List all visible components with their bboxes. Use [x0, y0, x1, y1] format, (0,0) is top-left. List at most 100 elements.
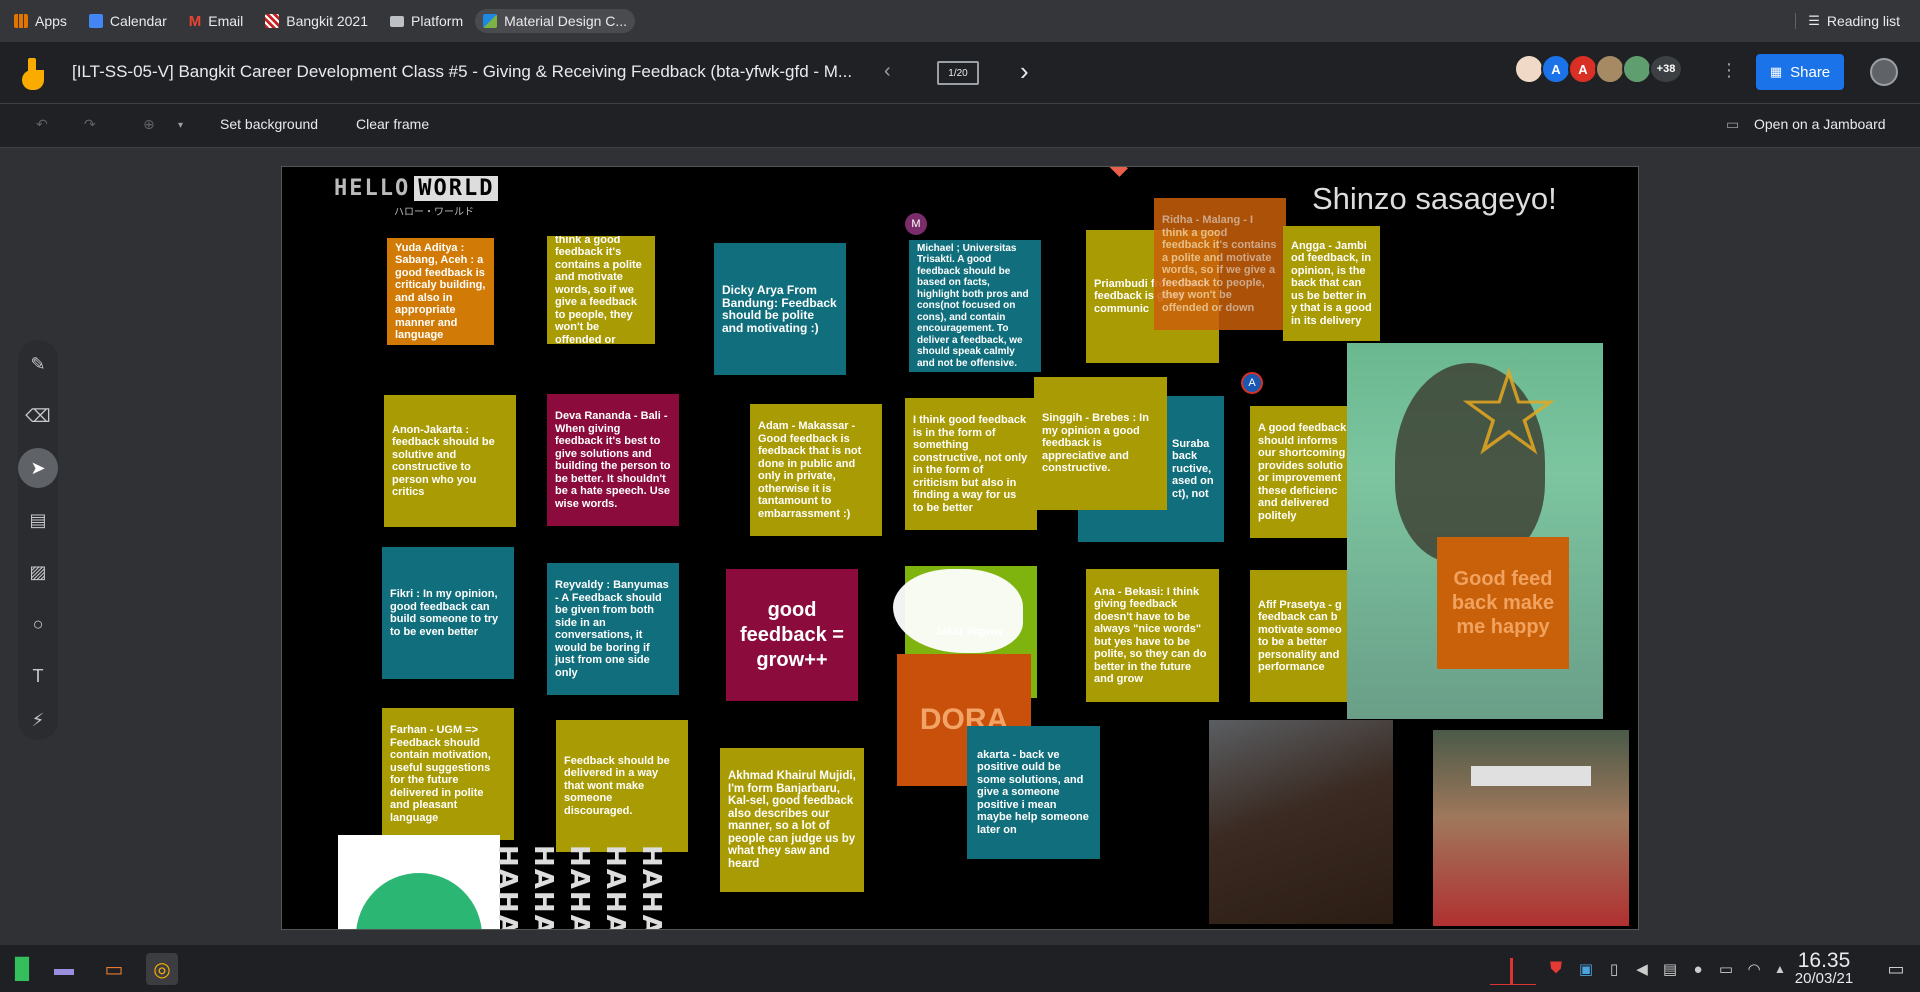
undo-icon[interactable]: ↶ — [36, 116, 48, 133]
sticky-note[interactable]: Feedback should be delivered in a way th… — [556, 720, 688, 852]
sticky-note-icon[interactable]: ▤ — [18, 500, 58, 540]
android-logo — [338, 835, 500, 929]
toolbar: ↶ ↷ ⊕ ▾ Set background Clear frame ▭ Ope… — [0, 104, 1920, 148]
clock[interactable]: 16.35 20/03/21 — [1786, 949, 1862, 987]
sticky-note[interactable]: Ana - Bekasi: I think giving feedback do… — [1086, 569, 1219, 702]
hello-world-logo: HELLO WORLD — [330, 176, 499, 201]
haha-text: HAHAHA — [636, 845, 666, 930]
avatar[interactable]: A — [1568, 54, 1598, 84]
material-icon — [483, 14, 498, 28]
avatar[interactable]: A — [1541, 54, 1571, 84]
share-button[interactable]: ▦ Share — [1756, 54, 1844, 90]
laser-icon[interactable]: ⚡ — [18, 700, 58, 740]
bookmarks-bar: Apps Calendar M Email Bangkit 2021 Platfo… — [0, 0, 1920, 42]
sticky-note[interactable]: Ridha - Malang - I think a good feedback… — [1154, 198, 1286, 330]
sticky-note[interactable]: Akhmad Khairul Mujidi, I'm form Banjarba… — [720, 748, 864, 892]
bookmark-calendar[interactable]: Calendar — [88, 13, 167, 29]
bookmark-platform[interactable]: Platform — [390, 13, 463, 29]
reading-list-icon: ☰ — [1808, 13, 1820, 28]
manjaro-menu-icon[interactable]: ▐▌ — [6, 953, 38, 985]
bookmark-email[interactable]: M Email — [189, 13, 244, 30]
open-jamboard-button[interactable]: Open on a Jamboard — [1754, 116, 1886, 132]
file-manager-icon[interactable]: ▭ — [98, 953, 130, 985]
calendar-icon — [88, 14, 103, 28]
next-frame-icon[interactable]: › — [1020, 56, 1029, 87]
sticky-note[interactable]: Michael ; Universitas Trisakti. A good f… — [909, 240, 1041, 372]
jam-frame[interactable]: HELLO WORLD ハロー・ワールド Shinzo sasageyo! Yud… — [281, 166, 1639, 930]
haha-text: HAHAHA — [600, 845, 630, 930]
shinzo-text[interactable]: Shinzo sasageyo! — [1312, 181, 1557, 217]
haha-text: HAHAHA — [492, 845, 522, 930]
doc-title[interactable]: [ILT-SS-05-V] Bangkit Career Development… — [72, 62, 852, 82]
sticky-note[interactable]: Angga - Jambi od feedback, in opinion, i… — [1283, 226, 1380, 341]
haha-text: HAHAHA — [528, 845, 558, 930]
clear-frame-button[interactable]: Clear frame — [356, 116, 429, 132]
zoom-dropdown-icon[interactable]: ▾ — [178, 120, 183, 131]
jamboard-logo-icon — [22, 58, 48, 90]
sticky-note[interactable]: good feedback = grow++ — [726, 569, 858, 701]
marker-pin: A — [1241, 372, 1263, 394]
tool-palette: ✎ ⌫ ➤ ▤ ▨ ○ T ⚡ — [18, 340, 58, 740]
sticky-note[interactable]: Reyvaldy : Banyumas - A Feedback should … — [547, 563, 679, 695]
account-avatar[interactable] — [1870, 58, 1898, 86]
pin-marker — [1108, 167, 1128, 177]
avatar[interactable] — [1514, 54, 1544, 84]
text-box-icon[interactable]: T — [18, 656, 58, 696]
sticky-note[interactable]: Adam - Makassar - Good feedback is feedb… — [750, 404, 882, 536]
meme-image[interactable]: ☆ Good feed back make me happy — [1347, 343, 1603, 719]
bookmark-bangkit[interactable]: Bangkit 2021 — [265, 13, 368, 29]
hello-world-subtitle: ハロー・ワールド — [394, 207, 474, 218]
sticky-note[interactable]: Ridha - Malang - I think a good feedback… — [547, 236, 655, 344]
bookmark-apps[interactable]: Apps — [14, 13, 67, 29]
haha-text: HAHAHA — [564, 845, 594, 930]
sticky-note[interactable]: A good feedback should informs our short… — [1250, 406, 1356, 538]
more-menu-icon[interactable]: ⋮ — [1720, 60, 1738, 81]
frame-counter[interactable]: 1/20 — [937, 61, 979, 85]
eraser-icon[interactable]: ⌫ — [18, 396, 58, 436]
redo-icon[interactable]: ↷ — [84, 116, 96, 133]
sticky-note[interactable]: Deva Rananda - Bali - When giving feedba… — [547, 394, 679, 526]
zoom-icon[interactable]: ⊕ — [143, 116, 155, 133]
avatar[interactable] — [1595, 54, 1625, 84]
chrome-taskbar-icon[interactable]: ◎ — [146, 953, 178, 985]
show-desktop-icon[interactable]: ▭ — [1880, 953, 1912, 985]
marker-pin: M — [905, 213, 927, 235]
select-icon[interactable]: ➤ — [18, 448, 58, 488]
jamboard-header: [ILT-SS-05-V] Bangkit Career Development… — [0, 42, 1920, 104]
sticky-note[interactable]: Afif Prasetya - g feedback can b motivat… — [1250, 570, 1356, 702]
sticky-note[interactable]: Good feed back make me happy — [1437, 537, 1569, 669]
set-background-button[interactable]: Set background — [220, 116, 318, 132]
system-monitor-graph — [1490, 951, 1536, 985]
star-scribble: ☆ — [1455, 346, 1563, 480]
bangkit-icon — [265, 14, 280, 28]
taskbar: ▐▌ ▬ ▭ ◎ ⛊ ▣ ▯ ◀ ▤ ● ▭ ◠ ▲ 16.35 20/03/2… — [0, 944, 1920, 992]
workspace-switcher-icon[interactable]: ▬ — [48, 953, 80, 985]
clock-date: 20/03/21 — [1794, 970, 1854, 987]
circle-icon[interactable]: ○ — [18, 604, 58, 644]
building-icon: ▦ — [1769, 64, 1783, 79]
sticky-note[interactable]: akarta - back ve positive ould be some s… — [967, 726, 1100, 859]
prev-frame-icon[interactable]: ‹ — [884, 60, 891, 83]
shield-icon[interactable]: ⛊ — [1540, 953, 1572, 985]
bookmark-material[interactable]: Material Design C... — [475, 9, 636, 33]
sticky-note[interactable]: Yuda Aditya : Sabang, Aceh : a good feed… — [387, 238, 494, 345]
sticky-note[interactable]: Singgih - Brebes : In my opinion a good … — [1034, 377, 1167, 510]
meme-photo-ninja[interactable] — [1433, 730, 1629, 926]
gmail-icon: M — [188, 12, 202, 30]
meme-photo-man[interactable] — [1209, 720, 1393, 924]
sticky-note[interactable]: Anon-Jakarta : feedback should be soluti… — [384, 395, 516, 527]
headband-icon — [1471, 766, 1591, 786]
folder-icon — [390, 15, 404, 27]
image-icon[interactable]: ▨ — [18, 552, 58, 592]
sticky-note[interactable]: Fikri : In my opinion, good feedback can… — [382, 547, 514, 679]
avatar-more[interactable]: +38 — [1649, 54, 1683, 84]
jamboard-device-icon: ▭ — [1726, 116, 1740, 132]
apps-grid-icon — [14, 14, 28, 28]
sticky-note[interactable]: Farhan - UGM => Feedback should contain … — [382, 708, 514, 840]
avatar[interactable] — [1622, 54, 1652, 84]
sticky-note[interactable]: I think good feedback is in the form of … — [905, 398, 1037, 530]
sticky-note[interactable]: Dicky Arya From Bandung: Feedback should… — [714, 243, 846, 375]
android-icon — [356, 873, 482, 929]
pen-icon[interactable]: ✎ — [18, 344, 58, 384]
reading-list[interactable]: ☰ Reading list — [1795, 13, 1900, 29]
